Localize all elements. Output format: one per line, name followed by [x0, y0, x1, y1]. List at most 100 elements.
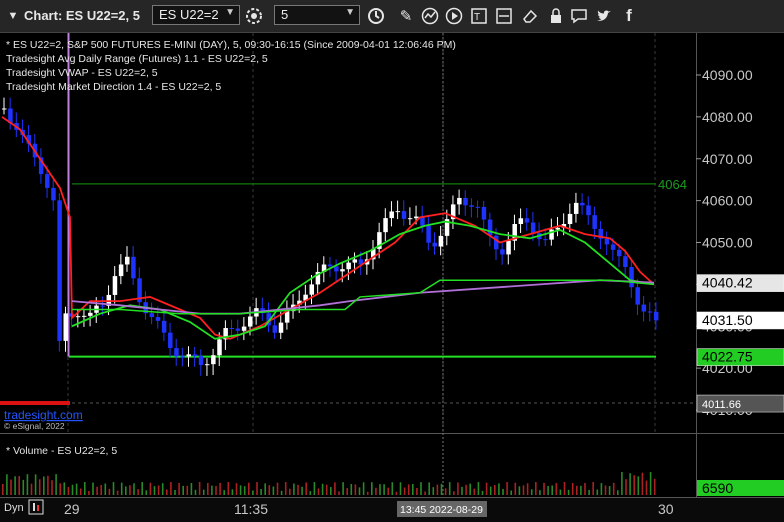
volume-bar: [207, 483, 209, 495]
candle-body: [51, 187, 56, 201]
candle-body: [125, 256, 130, 265]
volume-bar: [481, 490, 484, 495]
volume-bar: [96, 486, 98, 495]
candle-body: [198, 356, 204, 366]
volume-bar: [448, 482, 451, 495]
volume-bar: [194, 489, 197, 495]
volume-bar: [301, 486, 303, 495]
facebook-icon[interactable]: f: [618, 5, 640, 27]
comment-icon[interactable]: [568, 5, 590, 27]
volume-bar: [59, 483, 61, 495]
volume-bar: [555, 483, 558, 495]
chart-canvas[interactable]: 4064 * ES U22=2, S&P 500 FUTURES E-MINI …: [0, 33, 784, 522]
volume-bar: [272, 486, 275, 495]
volume-bar: [580, 485, 582, 495]
volume-bar: [297, 484, 299, 495]
volume-bar: [551, 485, 553, 495]
candle-body: [155, 317, 161, 321]
volume-bar: [6, 474, 8, 495]
volume-pane[interactable]: [0, 434, 696, 497]
volume-bar: [116, 490, 119, 495]
volume-bar: [112, 482, 115, 495]
volume-bar: [170, 482, 172, 495]
volume-bar: [645, 480, 648, 495]
volume-bar: [592, 482, 594, 495]
candle-body: [57, 200, 62, 341]
candle-body: [383, 218, 388, 233]
candle-body: [352, 259, 358, 263]
chevron-down-icon[interactable]: ▼: [2, 5, 24, 27]
eraser-icon[interactable]: [519, 5, 541, 27]
price-tag-label: 4040.42: [702, 275, 753, 291]
volume-bar: [313, 482, 316, 495]
candle-body: [580, 202, 585, 206]
symbol-selector[interactable]: ES U22=2 ▼: [152, 5, 240, 25]
candle-body: [432, 242, 437, 247]
volume-bar: [231, 489, 234, 495]
candle-body: [518, 218, 524, 225]
candle-body: [494, 235, 499, 250]
crosshair-time-label: 13:45 2022-08-29: [400, 504, 483, 516]
volume-bar: [584, 482, 586, 495]
line-chart-icon[interactable]: [419, 5, 441, 27]
volume-bar: [276, 482, 279, 495]
volume-bar: [518, 486, 521, 495]
price-tag-label: 4031.50: [702, 312, 753, 328]
text-tool-icon[interactable]: T: [468, 5, 490, 27]
candle-body: [45, 174, 50, 188]
volume-bar: [346, 488, 348, 495]
volume-bar: [596, 489, 599, 495]
volume-bar: [358, 487, 361, 495]
volume-bar: [293, 483, 295, 495]
volume-bar: [502, 488, 504, 495]
volume-bar: [129, 485, 131, 495]
volume-bar: [461, 486, 463, 495]
volume-bar: [543, 482, 545, 495]
volume-pane-label: * Volume - ES U22=2, 5: [6, 445, 117, 457]
play-icon[interactable]: [443, 5, 465, 27]
volume-bar: [559, 489, 562, 495]
candle-body: [610, 244, 616, 250]
dropdown-arrow-icon: ▼: [225, 7, 235, 18]
volume-bar: [477, 482, 480, 495]
volume-bar: [617, 490, 619, 495]
volume-bar: [219, 482, 221, 495]
lock-icon[interactable]: [545, 5, 567, 27]
interval-value: 5: [281, 7, 289, 22]
candle-body: [340, 269, 345, 272]
copyright-text: © eSignal, 2022: [4, 421, 65, 431]
price-tick-label: 4070.00: [702, 151, 753, 167]
volume-bar: [514, 482, 517, 495]
candle-body: [414, 216, 419, 219]
volume-bar: [10, 479, 12, 495]
volume-bar: [649, 472, 652, 495]
volume-bar: [235, 483, 238, 495]
horizontal-line-icon[interactable]: [493, 5, 515, 27]
volume-bar: [379, 484, 381, 495]
volume-bar: [51, 480, 53, 495]
candle-body: [438, 235, 444, 247]
pencil-icon[interactable]: ✎: [395, 5, 417, 27]
volume-bar: [137, 489, 139, 495]
candle-body: [346, 262, 351, 270]
volume-bar: [47, 475, 49, 495]
interval-selector[interactable]: 5 ▼: [274, 5, 360, 25]
clock-icon[interactable]: [365, 5, 387, 27]
volume-bar: [215, 485, 217, 495]
tradesight-link[interactable]: tradesight.com: [4, 408, 83, 422]
candle-body: [278, 322, 284, 333]
refresh-gear-icon[interactable]: [243, 5, 265, 27]
candle-body: [475, 206, 481, 208]
candle-body: [217, 339, 222, 356]
price-pane[interactable]: [0, 33, 696, 433]
volume-bar: [571, 482, 574, 495]
price-tag-label: 4022.75: [702, 349, 753, 365]
dyn-label[interactable]: Dyn: [4, 502, 24, 514]
candle-body: [204, 364, 210, 366]
twitter-icon[interactable]: [593, 5, 615, 27]
candle-body: [401, 211, 407, 219]
candle-body: [506, 240, 511, 255]
chart-area[interactable]: 4064 * ES U22=2, S&P 500 FUTURES E-MINI …: [0, 33, 784, 522]
volume-bar: [133, 483, 135, 495]
candle-body: [168, 332, 173, 349]
